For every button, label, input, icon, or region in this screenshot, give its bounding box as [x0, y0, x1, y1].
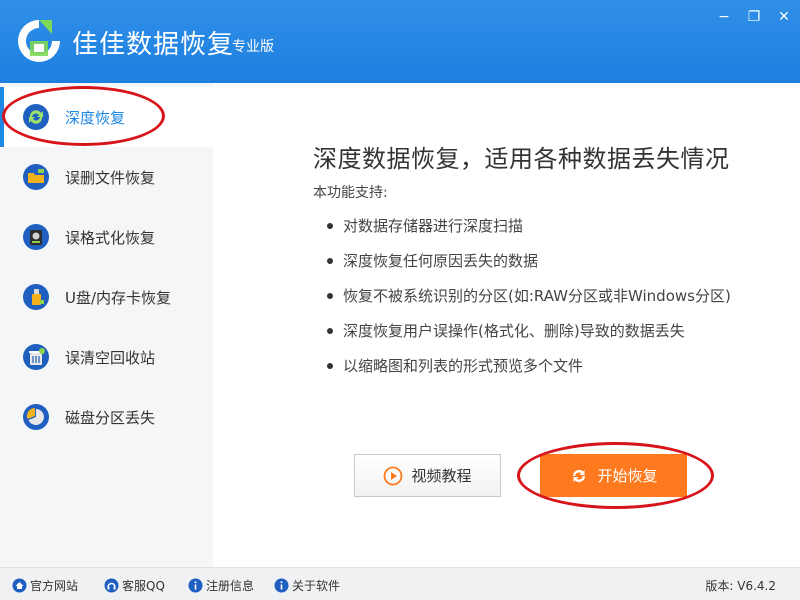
start-recovery-label: 开始恢复 — [597, 467, 658, 485]
sidebar-item-recycle-bin-recovery[interactable]: 误清空回收站 — [0, 327, 213, 387]
info-icon — [274, 578, 289, 593]
list-item: 恢复不被系统识别的分区(如:RAW分区或非Windows分区) — [325, 283, 731, 318]
sidebar-item-partition-loss[interactable]: 磁盘分区丢失 — [0, 387, 213, 447]
status-link-label: 客服QQ — [122, 579, 165, 593]
page-title: 深度数据恢复，适用各种数据丢失情况 — [313, 145, 730, 173]
headset-icon — [104, 578, 119, 593]
pie-chart-icon — [23, 404, 49, 430]
sidebar-item-label: 误格式化恢复 — [65, 229, 156, 247]
sidebar-item-label: 磁盘分区丢失 — [65, 409, 156, 427]
recycle-bin-icon — [23, 344, 49, 370]
video-tutorial-label: 视频教程 — [411, 467, 472, 485]
sidebar-item-label: 误清空回收站 — [65, 349, 156, 367]
sidebar-item-label: U盘/内存卡恢复 — [65, 289, 172, 307]
app-edition: 专业版 — [232, 39, 274, 55]
info-icon — [188, 578, 203, 593]
sidebar-item-label: 误删文件恢复 — [65, 169, 156, 187]
list-item: 深度恢复用户误操作(格式化、删除)导致的数据丢失 — [325, 318, 731, 353]
features-heading: 本功能支持: — [313, 185, 388, 201]
start-recovery-button[interactable]: 开始恢复 — [540, 454, 687, 497]
sidebar-item-format-recovery[interactable]: 误格式化恢复 — [0, 207, 213, 267]
refresh-icon — [23, 104, 49, 130]
official-website-link[interactable]: 官方网站 — [12, 577, 78, 594]
feature-list: 对数据存储器进行深度扫描 深度恢复任何原因丢失的数据 恢复不被系统识别的分区(如… — [325, 213, 731, 388]
sidebar-item-label: 深度恢复 — [65, 109, 126, 127]
sidebar-item-deleted-file-recovery[interactable]: 误删文件恢复 — [0, 147, 213, 207]
list-item: 对数据存储器进行深度扫描 — [325, 213, 731, 248]
home-icon — [12, 578, 27, 593]
minimize-button[interactable]: − — [711, 8, 737, 26]
app-title: 佳佳数据恢复 — [72, 30, 235, 60]
customer-service-qq-link[interactable]: 客服QQ — [104, 577, 165, 594]
list-item: 深度恢复任何原因丢失的数据 — [325, 248, 731, 283]
list-item: 以缩略图和列表的形式预览多个文件 — [325, 353, 731, 388]
video-tutorial-button[interactable]: 视频教程 — [354, 454, 501, 497]
sidebar-item-usb-card-recovery[interactable]: U盘/内存卡恢复 — [0, 267, 213, 327]
main-panel: 深度数据恢复，适用各种数据丢失情况 本功能支持: 对数据存储器进行深度扫描 深度… — [213, 83, 800, 567]
sidebar: 深度恢复 误删文件恢复 误格式化恢复 U盘/内存卡恢复 误清空回收站 磁盘分区丢… — [0, 83, 213, 567]
about-software-link[interactable]: 关于软件 — [274, 577, 340, 594]
play-icon — [384, 466, 403, 485]
app-logo-icon — [18, 20, 60, 62]
title-bar: 佳佳数据恢复 专业版 − ❐ ✕ — [0, 0, 800, 83]
version-label: 版本: V6.4.2 — [705, 579, 776, 593]
refresh-icon — [573, 469, 586, 482]
status-link-label: 官方网站 — [30, 579, 79, 593]
status-link-label: 关于软件 — [292, 579, 341, 593]
restore-button[interactable]: ❐ — [741, 8, 767, 26]
status-bar: 官方网站 客服QQ 注册信息 关于软件 版本: V6.4.2 — [0, 567, 800, 600]
disk-icon — [23, 224, 49, 250]
usb-icon — [23, 284, 49, 310]
status-link-label: 注册信息 — [206, 579, 255, 593]
registration-info-link[interactable]: 注册信息 — [188, 577, 254, 594]
sidebar-item-deep-recovery[interactable]: 深度恢复 — [0, 87, 213, 147]
folder-icon — [23, 164, 49, 190]
close-button[interactable]: ✕ — [771, 8, 797, 26]
